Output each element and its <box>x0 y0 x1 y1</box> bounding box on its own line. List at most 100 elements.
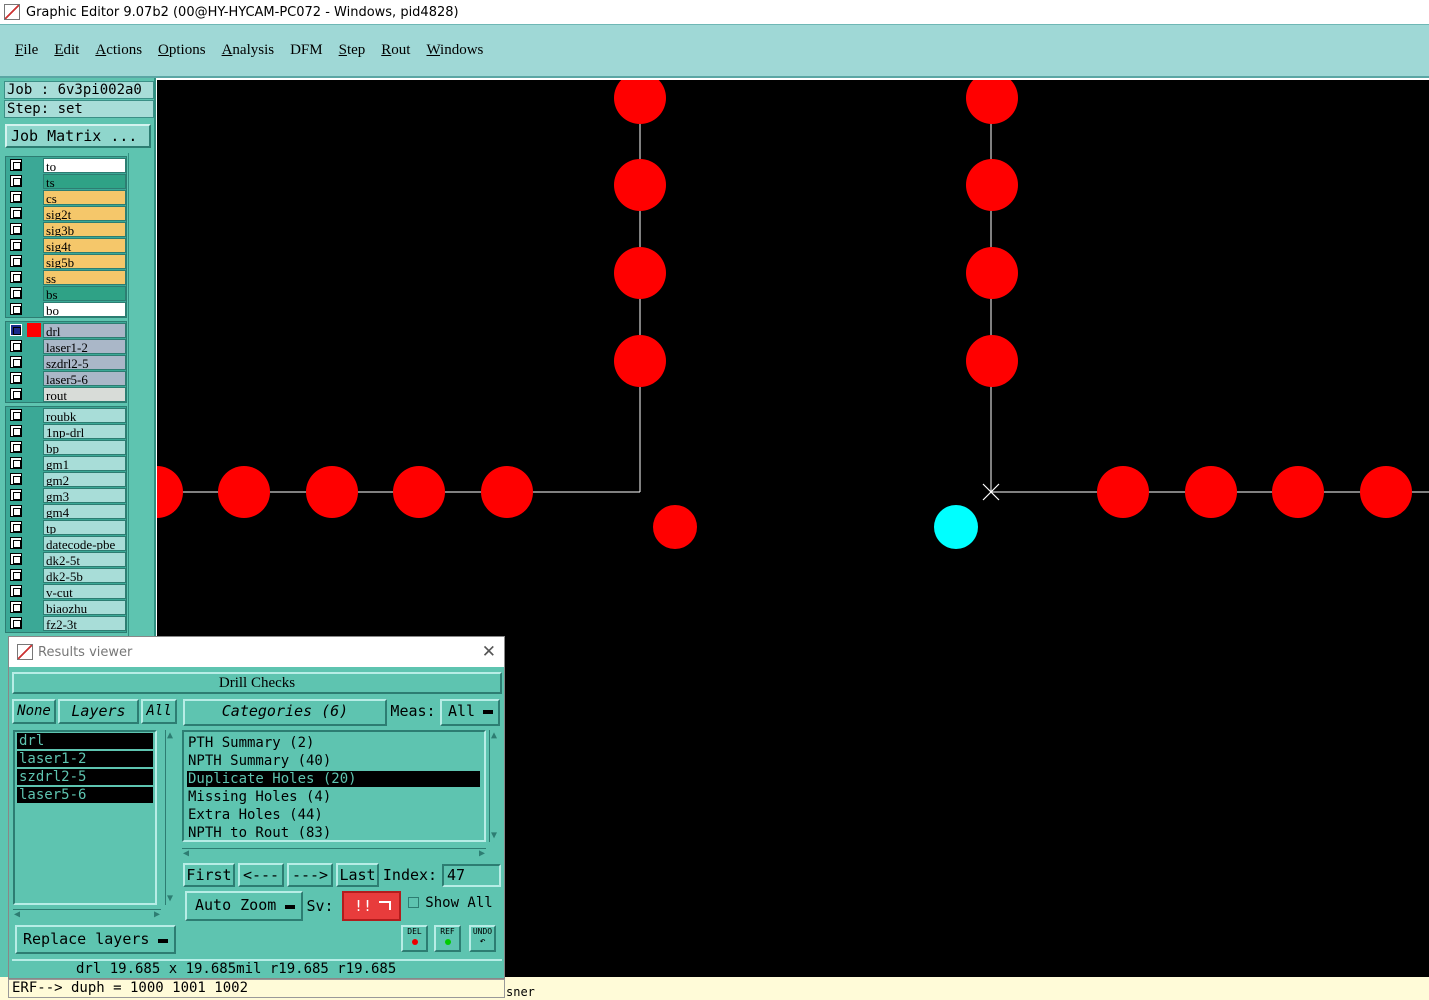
results-layer-item[interactable]: szdrl2-5 <box>17 769 153 785</box>
layers-none-button[interactable]: None <box>12 699 56 724</box>
last-button[interactable]: Last <box>336 863 379 887</box>
layer-checkbox[interactable] <box>10 585 22 597</box>
menu-actions[interactable]: Actions <box>95 42 142 59</box>
layer-name[interactable]: ss <box>43 269 126 285</box>
show-all-checkbox[interactable] <box>408 897 419 908</box>
layer-affected-indicator[interactable] <box>27 552 41 566</box>
layer-name[interactable]: to <box>43 157 126 173</box>
layer-name[interactable]: drl <box>43 322 126 338</box>
layer-affected-indicator[interactable] <box>27 323 41 337</box>
meas-select[interactable]: All <box>440 699 500 726</box>
menu-rout[interactable]: Rout <box>381 42 410 59</box>
severity-select[interactable]: !! <box>342 891 401 921</box>
layer-name[interactable]: laser5-6 <box>43 370 126 386</box>
first-button[interactable]: First <box>183 863 235 887</box>
layer-affected-indicator[interactable] <box>27 206 41 220</box>
layer-row-sig4t[interactable]: sig4t <box>6 237 126 253</box>
previous-button[interactable]: <--- <box>238 863 284 887</box>
layer-checkbox[interactable] <box>10 191 22 203</box>
layer-affected-indicator[interactable] <box>27 286 41 300</box>
layer-affected-indicator[interactable] <box>27 302 41 316</box>
layer-name[interactable]: bs <box>43 285 126 301</box>
layer-affected-indicator[interactable] <box>27 632 41 633</box>
category-item[interactable]: PTH Summary (2) <box>187 735 480 751</box>
category-item[interactable]: NPTH Summary (40) <box>187 753 480 769</box>
layer-row-sig2t[interactable]: sig2t <box>6 205 126 221</box>
layer-name[interactable]: datecode-pbe <box>43 535 126 551</box>
layer-checkbox[interactable] <box>10 271 22 283</box>
layer-row-laser5-6[interactable]: laser5-6 <box>6 370 126 386</box>
layer-name[interactable]: bo <box>43 301 126 317</box>
layer-name[interactable]: gm2 <box>43 471 126 487</box>
category-item[interactable]: NPTH to Rout (83) <box>187 825 480 841</box>
layer-affected-indicator[interactable] <box>27 440 41 454</box>
results-layer-item[interactable]: laser5-6 <box>17 787 153 803</box>
layer-checkbox[interactable] <box>10 569 22 581</box>
layer-list-vscroll[interactable]: ▲ ▼ <box>165 730 177 905</box>
layer-checkbox[interactable] <box>10 409 22 421</box>
category-item[interactable]: Missing Holes (4) <box>187 789 480 805</box>
layer-name[interactable]: gm4 <box>43 503 126 519</box>
layer-name[interactable]: tp <box>43 519 126 535</box>
menu-file[interactable]: File <box>15 42 38 59</box>
job-matrix-button[interactable]: Job Matrix ... <box>5 124 151 148</box>
layer-checkbox[interactable] <box>10 441 22 453</box>
layer-row-bs[interactable]: bs <box>6 285 126 301</box>
index-input[interactable]: 47 <box>442 864 501 887</box>
delete-mark-button[interactable]: DEL <box>401 925 428 952</box>
layer-affected-indicator[interactable] <box>27 504 41 518</box>
layer-row-gm2[interactable]: gm2 <box>6 471 126 487</box>
layer-checkbox[interactable] <box>10 473 22 485</box>
layer-name[interactable]: 1np-drl <box>43 423 126 439</box>
layer-row-1np-drl[interactable]: 1np-drl <box>6 423 126 439</box>
layer-row-dk2-5b[interactable]: dk2-5b <box>6 567 126 583</box>
layer-affected-indicator[interactable] <box>27 158 41 172</box>
layer-affected-indicator[interactable] <box>27 472 41 486</box>
layer-name[interactable]: bp <box>43 439 126 455</box>
replace-layers-select[interactable]: Replace layers <box>15 925 176 954</box>
layer-row-cs[interactable]: cs <box>6 189 126 205</box>
categories-hscroll[interactable]: ◀ ▶ <box>182 848 486 860</box>
layer-row-rout[interactable]: rout <box>6 386 126 402</box>
layer-affected-indicator[interactable] <box>27 568 41 582</box>
layer-name[interactable]: cs <box>43 189 126 205</box>
layer-name[interactable]: biaozhu <box>43 599 126 615</box>
layer-checkbox[interactable] <box>10 175 22 187</box>
layer-row-to[interactable]: to <box>6 157 126 173</box>
undo-button[interactable]: UNDO ↶ <box>469 925 496 952</box>
layer-list-hscroll[interactable]: ◀ ▶ <box>13 909 161 921</box>
layer-checkbox[interactable] <box>10 537 22 549</box>
results-layer-list[interactable]: drl laser1-2 szdrl2-5 laser5-6 <box>13 730 157 905</box>
layer-checkbox[interactable] <box>10 287 22 299</box>
layers-all-button[interactable]: All <box>141 699 177 724</box>
categories-vscroll[interactable]: ▲ ▼ <box>489 730 501 842</box>
layer-checkbox[interactable] <box>10 457 22 469</box>
layer-row-dk2-5t[interactable]: dk2-5t <box>6 551 126 567</box>
layer-affected-indicator[interactable] <box>27 408 41 422</box>
layer-row-gm1[interactable]: gm1 <box>6 455 126 471</box>
layer-checkbox[interactable] <box>10 340 22 352</box>
layer-name[interactable]: dk2-5b <box>43 567 126 583</box>
layers-button[interactable]: Layers <box>58 699 139 724</box>
layer-name[interactable]: rout <box>43 386 126 402</box>
layer-affected-indicator[interactable] <box>27 520 41 534</box>
layer-checkbox[interactable] <box>10 372 22 384</box>
layer-affected-indicator[interactable] <box>27 222 41 236</box>
command-line[interactable]: ERF--> duph = 1000 1001 1002 <box>8 979 505 998</box>
layer-name[interactable]: fz2-3t <box>43 615 126 631</box>
layer-name[interactable]: roubk <box>43 407 126 423</box>
layer-affected-indicator[interactable] <box>27 488 41 502</box>
layer-affected-indicator[interactable] <box>27 190 41 204</box>
layer-affected-indicator[interactable] <box>27 254 41 268</box>
layer-row-sig5b[interactable]: sig5b <box>6 253 126 269</box>
layer-name[interactable]: sig2t <box>43 205 126 221</box>
layer-row-gm4[interactable]: gm4 <box>6 503 126 519</box>
category-item[interactable]: Duplicate Holes (20) <box>187 771 480 787</box>
layer-name[interactable]: sig3b <box>43 221 126 237</box>
layer-affected-indicator[interactable] <box>27 387 41 401</box>
auto-zoom-select[interactable]: Auto Zoom <box>185 891 303 921</box>
layer-affected-indicator[interactable] <box>27 424 41 438</box>
layer-checkbox[interactable] <box>10 505 22 517</box>
categories-list[interactable]: PTH Summary (2) NPTH Summary (40) Duplicat… <box>182 730 486 842</box>
layer-checkbox[interactable] <box>10 425 22 437</box>
